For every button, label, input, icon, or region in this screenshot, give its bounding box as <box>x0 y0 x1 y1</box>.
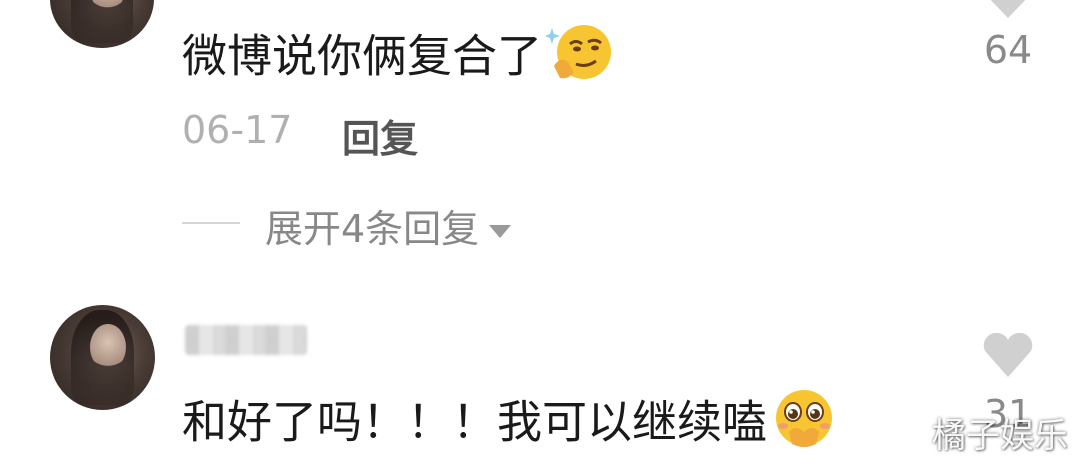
watermark: 橘子娱乐 <box>932 416 1068 456</box>
avatar[interactable] <box>50 305 155 410</box>
heart-icon[interactable] <box>980 0 1036 24</box>
divider-line <box>182 222 240 224</box>
pleading-hands-over-mouth-emoji-icon <box>771 388 837 463</box>
comment-text: 微博说你俩复合了 <box>182 22 614 97</box>
comment-date: 06-17 <box>182 108 293 152</box>
comment-body: 和好了吗！！！我可以继续嗑 <box>182 395 768 449</box>
comment-text: 和好了吗！！！我可以继续嗑 <box>182 388 837 463</box>
smirk-thinking-emoji-icon <box>544 22 614 97</box>
expand-replies-button[interactable]: 展开4条回复 <box>265 198 512 253</box>
like-count: 64 <box>983 28 1033 72</box>
avatar[interactable] <box>50 0 154 48</box>
avatar-face <box>89 323 126 371</box>
expand-replies-label: 展开4条回复 <box>265 207 480 251</box>
caret-down-icon <box>489 225 512 238</box>
heart-icon[interactable] <box>980 332 1036 383</box>
comment-body: 微博说你俩复合了 <box>182 29 543 83</box>
username-blurred[interactable] <box>185 325 307 355</box>
reply-button[interactable]: 回复 <box>342 108 418 163</box>
